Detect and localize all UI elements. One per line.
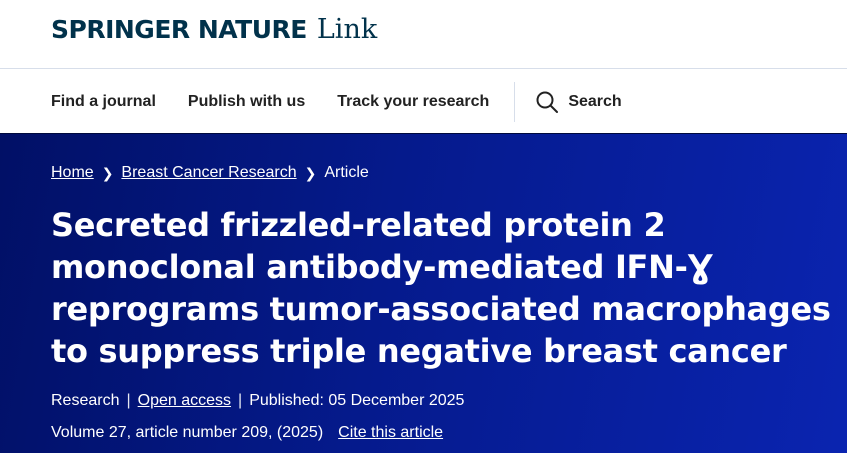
brand-name: SPRINGER NATURE	[51, 15, 307, 44]
article-citation-meta: Volume 27, article number 209, (2025) Ci…	[51, 424, 443, 442]
article-type: Research	[51, 392, 120, 409]
nav-track-research[interactable]: Track your research	[337, 93, 489, 111]
site-logo[interactable]: SPRINGER NATURE Link	[51, 14, 377, 45]
search-label: Search	[568, 92, 622, 110]
breadcrumb-home[interactable]: Home	[51, 164, 94, 182]
chevron-right-icon: ❯	[304, 164, 317, 181]
search-button[interactable]: Search	[535, 90, 622, 114]
article-title: Secreted frizzled-related protein 2 mono…	[51, 206, 831, 370]
article-header: Home ❯ Breast Cancer Research ❯ Article …	[0, 133, 847, 453]
open-access-link[interactable]: Open access	[138, 392, 231, 410]
nav-divider	[514, 81, 516, 122]
breadcrumb-journal[interactable]: Breast Cancer Research	[121, 164, 296, 182]
brand-suffix: Link	[316, 14, 378, 45]
breadcrumb: Home ❯ Breast Cancer Research ❯ Article	[51, 164, 369, 182]
search-icon	[536, 91, 559, 113]
article-meta: Research | Open access | Published: 05 D…	[51, 392, 464, 410]
nav-find-journal[interactable]: Find a journal	[51, 93, 156, 111]
site-header: SPRINGER NATURE Link	[0, 0, 847, 69]
chevron-right-icon: ❯	[101, 164, 114, 181]
published-date: Published: 05 December 2025	[249, 392, 465, 409]
cite-article-link[interactable]: Cite this article	[338, 424, 443, 442]
main-nav: Find a journal Publish with us Track you…	[0, 69, 847, 134]
meta-divider: |	[126, 392, 131, 409]
breadcrumb-current: Article	[324, 164, 369, 181]
nav-publish-with-us[interactable]: Publish with us	[188, 93, 305, 111]
volume-info: Volume 27, article number 209, (2025)	[51, 424, 324, 441]
meta-divider: |	[238, 392, 243, 409]
